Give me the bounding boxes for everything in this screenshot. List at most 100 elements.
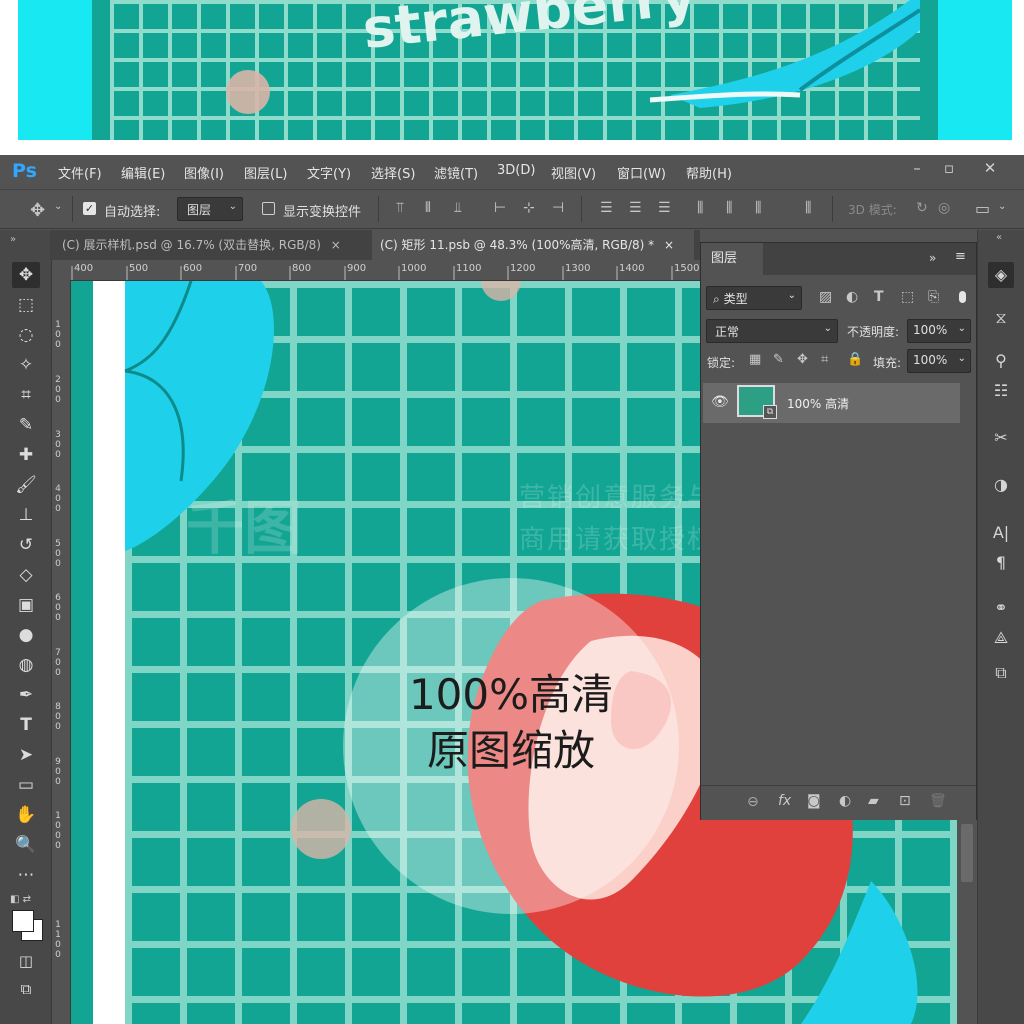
layer-filter-dropdown[interactable]: ⌕ 类型 ⌄: [706, 286, 802, 310]
auto-select-checkbox[interactable]: ✓: [83, 202, 96, 215]
maximize-button[interactable]: ▫: [934, 156, 964, 180]
distribute-bottom-icon[interactable]: ☰: [658, 200, 671, 216]
lock-position-icon[interactable]: ✥: [797, 352, 808, 367]
menu-layer[interactable]: 图层(L): [244, 163, 287, 182]
opacity-input[interactable]: 100% ⌄: [907, 319, 971, 343]
blur-tool-icon[interactable]: ●: [12, 622, 40, 648]
filter-pixel-icon[interactable]: ▨: [819, 289, 832, 305]
layer-row[interactable]: 👁 ⧉ 100% 高清: [703, 383, 960, 423]
collapse-toolbox-icon[interactable]: »: [10, 234, 16, 245]
brush-settings-icon[interactable]: ⚲: [988, 348, 1014, 374]
filter-adjustment-icon[interactable]: ◐: [846, 289, 858, 305]
fx-icon[interactable]: fx: [778, 793, 791, 809]
menu-view[interactable]: 视图(V): [551, 163, 596, 182]
blend-mode-dropdown[interactable]: 正常 ⌄: [706, 319, 838, 343]
clone-stamp-icon[interactable]: ⊥: [12, 502, 40, 528]
menu-window[interactable]: 窗口(W): [617, 163, 666, 182]
lasso-tool-icon[interactable]: ◌: [12, 322, 40, 348]
tab-rectangle-11[interactable]: (C) 矩形 11.psb @ 48.3% (100%高清, RGB/8) * …: [372, 230, 694, 260]
default-colors-icon[interactable]: ◧ ⇄: [10, 894, 31, 905]
zoom-tool-icon[interactable]: 🔍: [12, 832, 40, 858]
expand-dock-icon[interactable]: «: [996, 232, 1002, 243]
tab-showcase-mockup[interactable]: (C) 展示样机.psd @ 16.7% (双击替换, RGB/8) ×: [54, 230, 368, 260]
chevron-down-icon[interactable]: ⌄: [998, 201, 1006, 212]
distribute-right-icon[interactable]: ⫼: [755, 200, 761, 216]
dodge-tool-icon[interactable]: ◍: [12, 652, 40, 678]
quick-mask-icon[interactable]: ◫: [12, 948, 40, 974]
3d-rotate-icon[interactable]: ↻: [916, 200, 928, 216]
3d-roll-icon[interactable]: ◎: [938, 200, 950, 216]
rectangle-tool-icon[interactable]: ▭: [12, 772, 40, 798]
align-top-icon[interactable]: ⫪: [396, 200, 404, 216]
foreground-color-swatch[interactable]: [12, 910, 34, 932]
filter-type-icon[interactable]: T: [874, 289, 884, 305]
folder-icon[interactable]: ▰: [868, 793, 879, 809]
menu-edit[interactable]: 编辑(E): [121, 163, 165, 182]
history-brush-icon[interactable]: ↺: [12, 532, 40, 558]
lock-all-icon[interactable]: 🔒: [847, 352, 863, 367]
lock-transparent-icon[interactable]: ▦: [749, 352, 761, 367]
mask-icon[interactable]: ◙: [807, 793, 821, 809]
menu-type[interactable]: 文字(Y): [307, 163, 351, 182]
more-tools-icon[interactable]: ⋯: [12, 862, 40, 888]
distribute-left-icon[interactable]: ⫼: [697, 200, 703, 216]
marquee-tool-icon[interactable]: ⬚: [12, 292, 40, 318]
minimize-button[interactable]: –: [902, 156, 932, 180]
scrollbar-thumb[interactable]: [961, 824, 973, 882]
distribute-top-icon[interactable]: ☰: [600, 200, 613, 216]
lock-image-icon[interactable]: ✎: [773, 352, 784, 367]
history-icon[interactable]: ⧖: [988, 305, 1014, 331]
menu-help[interactable]: 帮助(H): [686, 163, 732, 182]
show-transform-checkbox[interactable]: [262, 202, 275, 215]
close-tab-icon[interactable]: ×: [331, 238, 341, 252]
eyedropper-icon[interactable]: ✎: [12, 412, 40, 438]
layers-icon[interactable]: ◈: [988, 262, 1014, 288]
collapse-panel-icon[interactable]: »: [929, 251, 936, 265]
filter-shape-icon[interactable]: ⬚: [901, 289, 914, 305]
fill-input[interactable]: 100% ⌄: [907, 349, 971, 373]
menu-filter[interactable]: 滤镜(T): [434, 163, 478, 182]
align-bottom-icon[interactable]: ⫫: [454, 200, 462, 216]
paths-icon[interactable]: ⟁: [988, 625, 1014, 651]
eraser-tool-icon[interactable]: ◇: [12, 562, 40, 588]
hand-tool-icon[interactable]: ✋: [12, 802, 40, 828]
layers-panel-tab[interactable]: 图层: [701, 243, 763, 275]
adjustments-icon[interactable]: ☷: [988, 378, 1014, 404]
channels-icon[interactable]: ⚭: [988, 595, 1014, 621]
new-layer-icon[interactable]: ⊡: [899, 793, 911, 809]
lock-artboard-icon[interactable]: ⌗: [821, 352, 828, 367]
menu-image[interactable]: 图像(I): [184, 163, 224, 182]
healing-brush-icon[interactable]: ✚: [12, 442, 40, 468]
menu-3d[interactable]: 3D(D): [497, 163, 535, 178]
type-tool-icon[interactable]: T: [12, 712, 40, 738]
pen-tool-icon[interactable]: ✒: [12, 682, 40, 708]
panel-menu-icon[interactable]: ≡: [955, 249, 966, 264]
align-right-icon[interactable]: ⊣: [552, 200, 564, 216]
color-icon[interactable]: ◑: [988, 472, 1014, 498]
auto-align-icon[interactable]: ⫼: [805, 200, 811, 216]
gradient-tool-icon[interactable]: ▣: [12, 592, 40, 618]
tools-icon[interactable]: ✂: [988, 425, 1014, 451]
close-window-button[interactable]: ✕: [975, 156, 1005, 180]
eye-icon[interactable]: 👁: [711, 394, 729, 410]
close-tab-icon[interactable]: ×: [664, 238, 674, 252]
distribute-hcenter-icon[interactable]: ⫼: [726, 200, 732, 216]
character-icon[interactable]: A|: [988, 520, 1014, 546]
align-hcenter-icon[interactable]: ⊹: [523, 200, 535, 216]
distribute-vcenter-icon[interactable]: ☰: [629, 200, 642, 216]
paragraph-icon[interactable]: ¶: [988, 550, 1014, 576]
auto-select-dropdown[interactable]: 图层 ⌄: [177, 197, 243, 221]
chevron-down-icon[interactable]: ⌄: [54, 201, 62, 212]
brush-tool-icon[interactable]: 🖌: [12, 472, 40, 498]
layer-name[interactable]: 100% 高清: [787, 395, 849, 412]
menu-file[interactable]: 文件(F): [58, 163, 102, 182]
align-vcenter-icon[interactable]: ⫴: [425, 200, 431, 216]
properties-icon[interactable]: ⧉: [988, 660, 1014, 686]
vertical-scrollbar[interactable]: [957, 820, 977, 1024]
path-selection-icon[interactable]: ➤: [12, 742, 40, 768]
magic-wand-icon[interactable]: ✧: [12, 352, 40, 378]
menu-select[interactable]: 选择(S): [371, 163, 415, 182]
trash-icon[interactable]: 🗑: [929, 793, 947, 809]
move-tool-icon[interactable]: ✥: [30, 200, 45, 221]
link-icon[interactable]: ⊖: [747, 794, 759, 810]
